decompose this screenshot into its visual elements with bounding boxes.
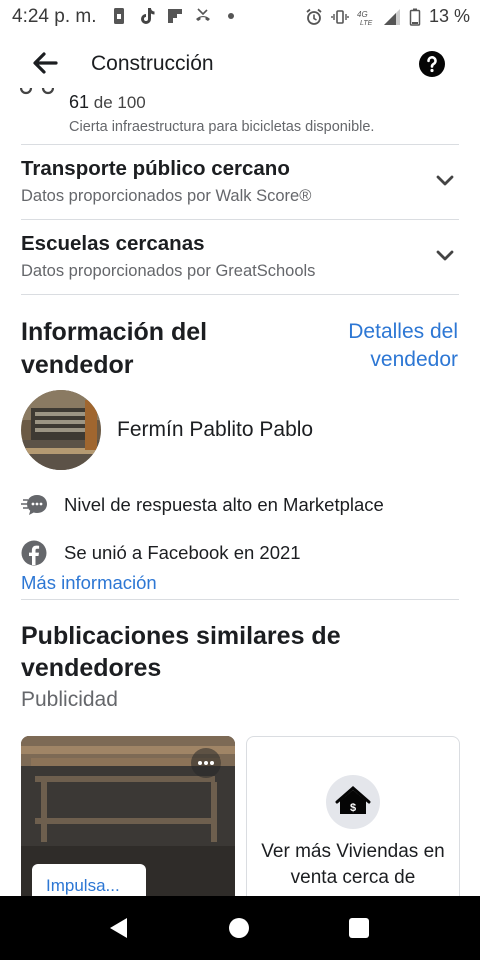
seller-name[interactable]: Fermín Pablito Pablo: [117, 418, 313, 442]
nav-back-icon[interactable]: [107, 916, 129, 940]
boost-button-label: Impulsa...: [46, 876, 120, 895]
joined-text: Se unió a Facebook en 2021: [64, 542, 301, 563]
seller-details-link[interactable]: Detalles del vendedor: [298, 318, 458, 374]
section-public-transport[interactable]: Transporte público cercano Datos proporc…: [0, 145, 480, 219]
listing-card[interactable]: Impulsa...: [21, 736, 235, 896]
bike-score-value: 61: [69, 92, 90, 112]
flipboard-icon: [168, 9, 182, 23]
chevron-down-icon[interactable]: [434, 169, 456, 191]
bicycle-icon: [20, 88, 54, 95]
avatar[interactable]: [21, 390, 101, 470]
system-nav-bar: [0, 896, 480, 960]
sim-icon: [114, 8, 124, 24]
home-icon-circle: $: [326, 775, 380, 829]
arrow-left-icon[interactable]: [30, 48, 60, 78]
more-info-link[interactable]: Más información: [21, 572, 157, 594]
section-nearby-schools[interactable]: Escuelas cercanas Datos proporcionados p…: [0, 220, 480, 294]
sponsored-label: Publicidad: [21, 688, 118, 711]
main-content[interactable]: 61 de 100 Cierta infraestructura para bi…: [0, 88, 480, 896]
more-listings-text: Ver más Viviendas en venta cerca de: [261, 841, 445, 888]
chevron-down-icon[interactable]: [434, 244, 456, 266]
joined-row: Se unió a Facebook en 2021: [21, 538, 461, 568]
bike-score-max: de 100: [93, 93, 146, 112]
section-subtitle: Datos proporcionados por GreatSchools: [21, 262, 316, 280]
status-right-icons: 4G LTE 13 %: [305, 6, 470, 27]
section-title: Transporte público cercano: [21, 157, 290, 180]
svg-text:LTE: LTE: [360, 20, 373, 26]
response-rate-row: Nivel de respuesta alto en Marketplace: [21, 490, 461, 520]
question-mark-icon[interactable]: [418, 50, 446, 78]
nav-recents-icon[interactable]: [349, 918, 369, 938]
status-bar: 4:24 p. m. 4G LTE 13 %: [0, 0, 480, 34]
response-rate-text: Nivel de respuesta alto en Marketplace: [64, 494, 384, 515]
battery-percent: 13 %: [428, 6, 470, 26]
status-time: 4:24 p. m.: [12, 6, 97, 27]
bike-score-description: Cierta infraestructura para bicicletas d…: [69, 119, 375, 135]
chat-bubble-icon: [21, 495, 47, 515]
tiktok-icon: [141, 8, 155, 24]
seller-info-heading: Información del vendedor: [21, 318, 208, 379]
divider: [21, 599, 459, 600]
section-subtitle: Datos proporcionados por Walk Score®: [21, 187, 312, 205]
signal-icon: [383, 8, 400, 25]
facebook-icon: [21, 540, 47, 566]
svg-text:$: $: [350, 802, 356, 814]
similar-listings-heading: Publicaciones similares de vendedores: [21, 622, 341, 682]
divider: [21, 294, 459, 295]
status-left-icons: [110, 7, 240, 25]
app-header: Construcción: [0, 40, 480, 88]
bike-score: 61 de 100: [69, 92, 146, 113]
vibrate-icon: [331, 9, 349, 24]
boost-button[interactable]: Impulsa...: [32, 864, 146, 896]
more-options-button[interactable]: [191, 748, 221, 778]
4g-lte-icon: 4GLTE: [357, 10, 373, 26]
missed-call-icon: [196, 8, 210, 21]
house-dollar-icon: $: [335, 786, 371, 814]
more-listings-card[interactable]: $ Ver más Viviendas en venta cerca de: [246, 736, 460, 896]
dot-icon: [228, 13, 234, 19]
battery-icon: [409, 8, 421, 26]
nav-home-icon[interactable]: [229, 918, 249, 938]
avatar-photo: [21, 390, 101, 470]
section-title: Escuelas cercanas: [21, 232, 205, 255]
page-title: Construcción: [91, 52, 214, 75]
svg-text:4G: 4G: [357, 10, 368, 19]
alarm-icon: [306, 8, 322, 25]
